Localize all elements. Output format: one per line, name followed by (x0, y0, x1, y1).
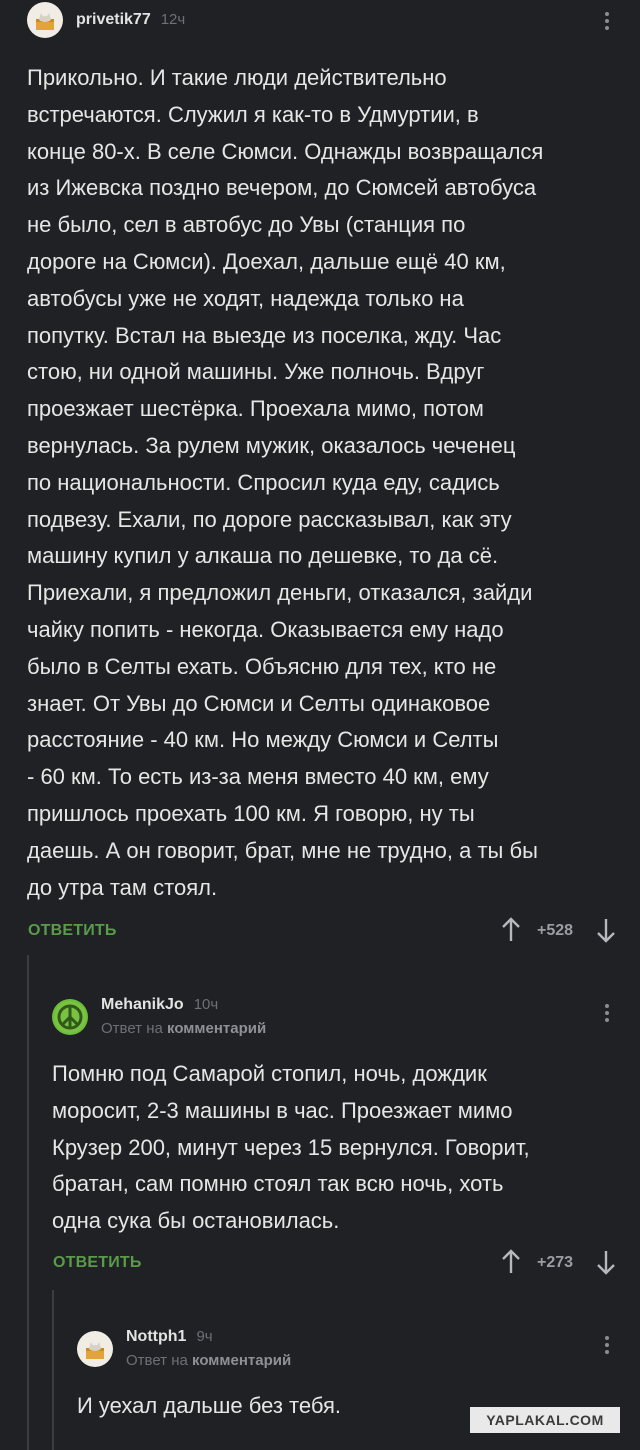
comment-meta: Nottph1 9ч Ответ на комментарий (126, 1328, 291, 1369)
comment-meta: MehanikJo 10ч Ответ на комментарий (101, 996, 266, 1037)
username[interactable]: privetik77 (76, 11, 151, 29)
rating-count: +528 (537, 922, 574, 939)
reply-reference[interactable]: Ответ на комментарий (126, 1352, 291, 1369)
reply-target-link[interactable]: комментарий (192, 1352, 291, 1369)
thread-line (27, 955, 29, 1450)
comment-actions: ОТВЕТИТЬ +273 (0, 1248, 640, 1278)
cat-in-box-icon (36, 13, 54, 30)
comment-actions: ОТВЕТИТЬ +528 (0, 916, 640, 946)
reply-prefix: Ответ на (101, 1020, 163, 1037)
comment-text: Помню под Самарой стопил, ночь, дождик м… (52, 1061, 530, 1234)
avatar[interactable] (52, 998, 88, 1035)
avatar[interactable] (27, 2, 63, 38)
cat-in-box-icon (86, 1341, 104, 1359)
comment-header: MehanikJo 10ч Ответ на комментарий (52, 996, 266, 1037)
reply-prefix: Ответ на (126, 1352, 188, 1369)
timestamp: 10ч (193, 996, 219, 1013)
rating-count: +273 (537, 1254, 574, 1271)
timestamp: 12ч (160, 11, 186, 28)
upvote-arrow-icon[interactable] (500, 916, 522, 942)
more-options-icon[interactable] (604, 1004, 610, 1022)
more-options-icon[interactable] (604, 12, 610, 30)
comment-header: Nottph1 9ч Ответ на комментарий (77, 1328, 291, 1369)
avatar[interactable] (77, 1330, 113, 1367)
site-watermark: YAPLAKAL.COM (470, 1407, 620, 1433)
comment-header: privetik77 12ч (27, 2, 185, 38)
comment-meta: privetik77 12ч (76, 11, 185, 29)
username[interactable]: Nottph1 (126, 1328, 186, 1346)
reply-button[interactable]: ОТВЕТИТЬ (53, 1254, 142, 1272)
more-options-icon[interactable] (604, 1336, 610, 1354)
upvote-arrow-icon[interactable] (500, 1248, 522, 1274)
downvote-arrow-icon[interactable] (595, 1250, 617, 1276)
peace-sign-icon (54, 1000, 86, 1033)
username[interactable]: MehanikJo (101, 996, 184, 1014)
reply-button[interactable]: ОТВЕТИТЬ (28, 922, 117, 940)
reply-reference[interactable]: Ответ на комментарий (101, 1020, 266, 1037)
comment-text: Прикольно. И такие люди действительно вс… (27, 65, 544, 900)
downvote-arrow-icon[interactable] (595, 918, 617, 944)
timestamp: 9ч (196, 1328, 213, 1345)
reply-target-link[interactable]: комментарий (167, 1020, 266, 1037)
thread-line (52, 1290, 54, 1450)
